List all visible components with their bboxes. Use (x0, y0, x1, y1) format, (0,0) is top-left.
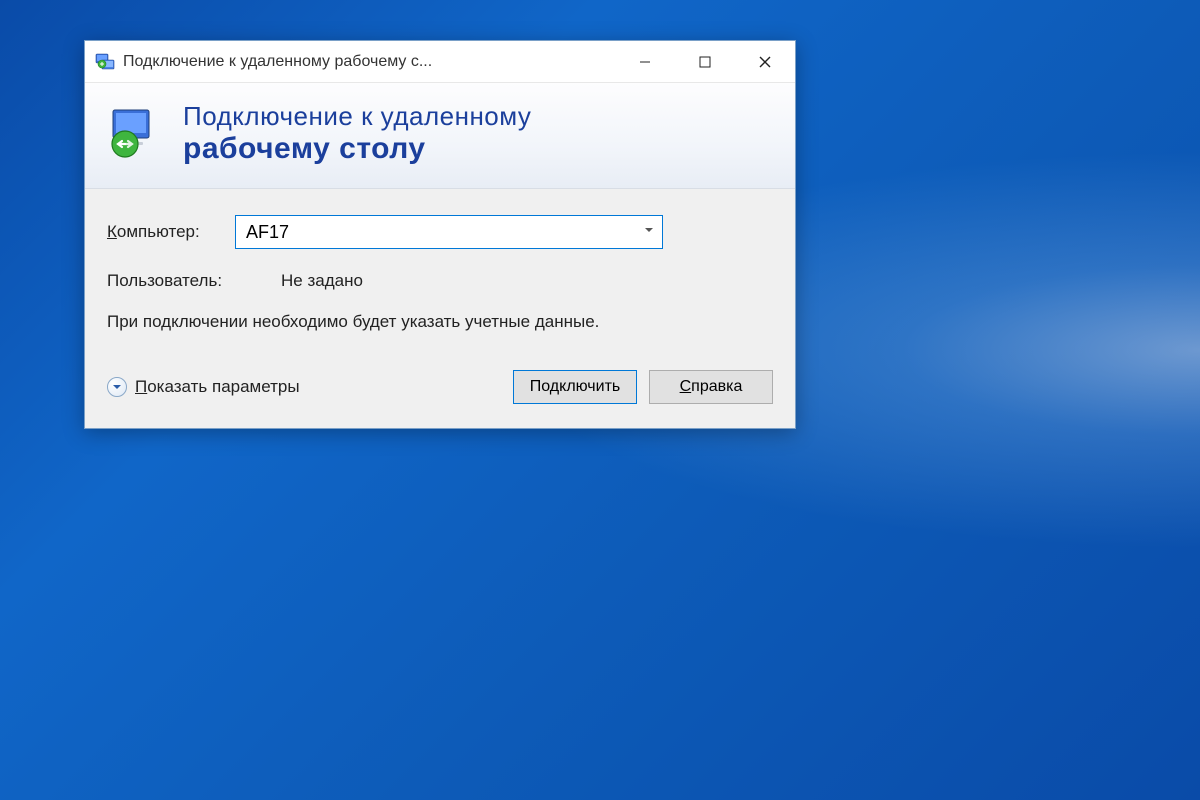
minimize-button[interactable] (615, 41, 675, 82)
close-button[interactable] (735, 41, 795, 82)
expand-down-icon (107, 377, 127, 397)
help-button[interactable]: Справка (649, 370, 773, 404)
header-line1: Подключение к удаленному (183, 101, 531, 132)
user-value: Не задано (281, 271, 363, 291)
rdp-app-icon (95, 52, 115, 72)
header-text: Подключение к удаленному рабочему столу (183, 101, 531, 166)
rdp-header-icon (107, 106, 163, 162)
computer-input[interactable] (235, 215, 663, 249)
rdp-dialog: Подключение к удаленному рабочему с... (84, 40, 796, 429)
header-line2: рабочему столу (183, 132, 531, 166)
user-row: Пользователь: Не задано (107, 271, 773, 291)
dialog-footer: Показать параметры Подключить Справка (107, 370, 773, 410)
show-options-toggle[interactable]: Показать параметры (107, 377, 300, 397)
dialog-body: Компьютер: Пользователь: Не задано При п… (85, 189, 795, 428)
user-label: Пользователь: (107, 271, 281, 291)
window-title: Подключение к удаленному рабочему с... (123, 53, 615, 71)
connect-button[interactable]: Подключить (513, 370, 637, 404)
maximize-button[interactable] (675, 41, 735, 82)
credentials-info: При подключении необходимо будет указать… (107, 311, 773, 334)
computer-label: Компьютер: (107, 222, 235, 242)
computer-combobox[interactable] (235, 215, 663, 249)
window-controls (615, 41, 795, 82)
dialog-header: Подключение к удаленному рабочему столу (85, 83, 795, 189)
computer-row: Компьютер: (107, 215, 773, 249)
titlebar[interactable]: Подключение к удаленному рабочему с... (85, 41, 795, 83)
